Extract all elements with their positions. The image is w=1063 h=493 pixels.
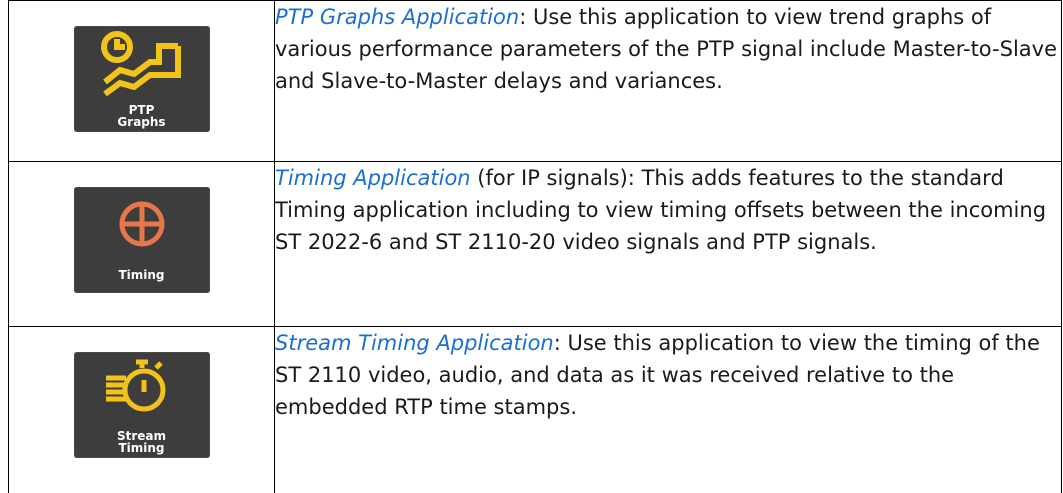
table-row: PTP Graphs PTP Graphs Application: Use t… [9, 1, 1062, 162]
stream-timing-tile: Stream Timing [74, 352, 210, 458]
tile-label: Timing [74, 442, 210, 454]
icon-cell: PTP Graphs [9, 1, 275, 162]
tile-label: Graphs [74, 116, 210, 128]
ptp-graphs-link[interactable]: PTP Graphs Application [275, 5, 519, 29]
tile-label: Timing [74, 269, 210, 281]
application-table: PTP Graphs PTP Graphs Application: Use t… [8, 0, 1062, 493]
description-cell: PTP Graphs Application: Use this applica… [275, 1, 1062, 162]
icon-cell: Stream Timing [9, 327, 275, 493]
description-cell: Timing Application (for IP signals): Thi… [275, 162, 1062, 327]
timing-tile: Timing [74, 187, 210, 293]
table-row: Timing Timing Application (for IP signal… [9, 162, 1062, 327]
timing-link[interactable]: Timing Application [275, 166, 471, 190]
icon-cell: Timing [9, 162, 275, 327]
description-cell: Stream Timing Application: Use this appl… [275, 327, 1062, 493]
ptp-graphs-tile: PTP Graphs [74, 26, 210, 132]
table-row: Stream Timing Stream Timing Application:… [9, 327, 1062, 493]
stream-timing-link[interactable]: Stream Timing Application [275, 331, 554, 355]
